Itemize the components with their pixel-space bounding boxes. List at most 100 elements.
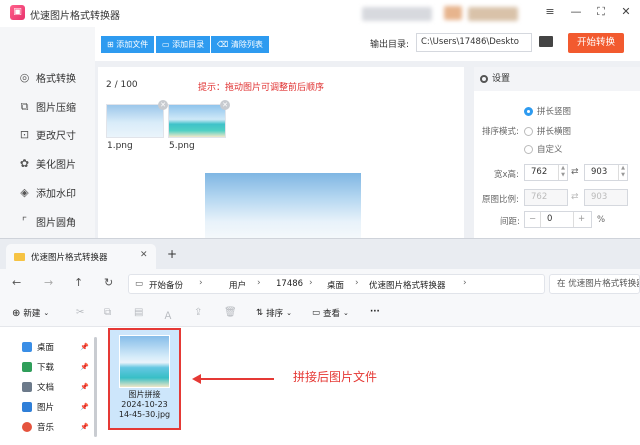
folder-icon[interactable] bbox=[539, 36, 553, 47]
nav-item-pictures[interactable]: 图片 bbox=[22, 399, 54, 415]
radio-vertical[interactable]: 拼长竖图 bbox=[524, 105, 571, 117]
sidebar-item-image-compress[interactable]: ⧉ 图片压缩 bbox=[18, 95, 76, 117]
menu-icon[interactable]: ≡ bbox=[543, 5, 557, 19]
up-icon[interactable]: ↑ bbox=[74, 276, 83, 289]
add-folder-button[interactable]: ▭ 添加目录 bbox=[156, 36, 211, 53]
ratio-width-input: 762 bbox=[524, 189, 568, 206]
ratio-height-value: 903 bbox=[591, 192, 608, 202]
explorer-navbar: ← → ↑ ↻ ▭ 开始备份 › 用户 › 17486 › 桌面 › 优速图片格… bbox=[0, 269, 640, 299]
order-mode-label: 排序模式: bbox=[482, 127, 519, 137]
output-path-field[interactable]: C:\Users\17486\Deskto bbox=[416, 33, 532, 52]
explorer-tab[interactable]: 优速图片格式转换器 ✕ bbox=[6, 244, 156, 269]
size-label: 宽x高: bbox=[494, 170, 519, 180]
remove-icon[interactable]: ✕ bbox=[158, 100, 168, 110]
explorer-command-bar: ⊕ 新建 ⌄ ✂ ⧉ ▤ Ａ ⇪ 🗑 ⇅ 排序 ⌄ ▭ 查看 ⌄ ··· bbox=[0, 299, 640, 327]
ratio-label: 原图比例: bbox=[482, 195, 519, 205]
search-input[interactable]: 在 优速图片格式转换器 中搜索 bbox=[549, 274, 640, 294]
nav-item-desktop[interactable]: 桌面 bbox=[22, 339, 54, 355]
nav-scrollbar[interactable] bbox=[94, 337, 97, 437]
copy-icon[interactable]: ⧉ bbox=[104, 307, 111, 318]
image-thumbnail[interactable]: ✕ bbox=[168, 100, 230, 138]
gap-input[interactable]: −0 + bbox=[524, 211, 592, 228]
minimize-icon[interactable]: — bbox=[569, 5, 583, 19]
decrease-icon[interactable]: − bbox=[525, 212, 541, 227]
height-stepper[interactable]: ▲ ▼ bbox=[618, 165, 627, 180]
image-compress-icon: ⧉ bbox=[20, 99, 29, 113]
drag-tip: 提示：拖动图片可调整前后顺序 bbox=[198, 83, 325, 93]
sidebar-item-beautify[interactable]: ✿ 美化图片 bbox=[18, 152, 76, 174]
breadcrumb[interactable]: 桌面 bbox=[327, 279, 344, 291]
tab-title: 优速图片格式转换器 bbox=[31, 253, 108, 263]
width-stepper[interactable]: ▲ ▼ bbox=[558, 165, 567, 180]
radio-horizontal[interactable]: 拼长横图 bbox=[524, 125, 571, 137]
app-toolbar: ⊞ 添加文件 ▭ 添加目录 ⌫ 清除列表 bbox=[95, 27, 640, 61]
nav-item-downloads[interactable]: 下载 bbox=[22, 359, 54, 375]
close-icon[interactable]: ✕ bbox=[140, 250, 148, 260]
annotation-text: 拼接后图片文件 bbox=[293, 370, 378, 384]
explorer-tabbar: 优速图片格式转换器 ✕ + bbox=[0, 239, 640, 269]
sidebar-item-label: 添加水印 bbox=[36, 188, 76, 200]
sort-button[interactable]: ⇅ 排序 ⌄ bbox=[256, 307, 292, 319]
back-icon[interactable]: ← bbox=[12, 276, 21, 289]
height-input[interactable]: 903 ▲ ▼ bbox=[584, 164, 628, 181]
pictures-icon bbox=[22, 402, 32, 412]
beautify-icon: ✿ bbox=[19, 156, 30, 170]
breadcrumb[interactable]: 17486 bbox=[276, 279, 303, 289]
new-button[interactable]: ⊕ 新建 ⌄ bbox=[12, 307, 49, 320]
app-sidebar: ◎ 格式转换 ⧉ 图片压缩 ⊡ 更改尺寸 ✿ 美化图片 ◈ 添加水印 ⌜ 图片圆角 bbox=[0, 27, 95, 238]
file-name: 图片拼接 2024-10-23 14-45-30.jpg bbox=[118, 390, 171, 419]
address-bar[interactable]: ▭ 开始备份 › 用户 › 17486 › 桌面 › 优速图片格式转换器 › bbox=[128, 274, 545, 294]
swap-icon[interactable]: ⇄ bbox=[571, 167, 579, 177]
nav-item-documents[interactable]: 文档 bbox=[22, 379, 54, 395]
nav-item-label: 图片 bbox=[37, 403, 55, 413]
view-button[interactable]: ▭ 查看 ⌄ bbox=[312, 307, 349, 319]
document-icon bbox=[22, 382, 32, 392]
gap-unit: % bbox=[597, 215, 606, 225]
radio-dot bbox=[524, 126, 533, 136]
clear-list-button[interactable]: ⌫ 清除列表 bbox=[211, 36, 269, 53]
image-thumbnail[interactable]: ✕ bbox=[106, 100, 168, 138]
stitched-image-file[interactable]: 图片拼接 2024-10-23 14-45-30.jpg bbox=[108, 328, 181, 430]
chevron-down-icon: ⌄ bbox=[286, 309, 293, 317]
share-icon[interactable]: ⇪ bbox=[194, 307, 202, 318]
sidebar-item-format-convert[interactable]: ◎ 格式转换 bbox=[18, 66, 76, 88]
sidebar-item-round-corner[interactable]: ⌜ 图片圆角 bbox=[18, 210, 76, 232]
add-file-button[interactable]: ⊞ 添加文件 bbox=[101, 36, 155, 53]
close-icon[interactable]: ✕ bbox=[619, 5, 633, 19]
chevron-down-icon: ⌄ bbox=[343, 309, 349, 317]
start-convert-button[interactable]: 开始转换 bbox=[568, 33, 624, 53]
folder-icon bbox=[14, 253, 25, 261]
maximize-icon[interactable]: ⛶ bbox=[594, 5, 608, 19]
app-title: 优速图片格式转换器 bbox=[30, 11, 120, 22]
paste-icon[interactable]: ▤ bbox=[134, 307, 143, 318]
ratio-width-value: 762 bbox=[531, 192, 548, 202]
settings-panel: 设置 拼长竖图 排序模式: 拼长横图 自定义 宽x高: 762 ▲ ▼ ⇄ 903 ▲… bbox=[474, 67, 640, 238]
sidebar-item-watermark[interactable]: ◈ 添加水印 bbox=[18, 181, 76, 203]
breadcrumb[interactable]: 优速图片格式转换器 bbox=[369, 279, 446, 291]
nav-item-label: 桌面 bbox=[37, 343, 55, 353]
breadcrumb[interactable]: 用户 bbox=[229, 279, 246, 291]
radio-dot bbox=[524, 106, 533, 116]
remove-icon[interactable]: ✕ bbox=[220, 100, 230, 110]
pin-icon: 📌 bbox=[80, 383, 89, 391]
rename-icon[interactable]: Ａ bbox=[163, 307, 173, 322]
desktop-icon bbox=[22, 342, 32, 352]
chevron-right-icon: › bbox=[199, 278, 203, 288]
cut-icon[interactable]: ✂ bbox=[76, 307, 84, 318]
new-tab-icon[interactable]: + bbox=[167, 247, 177, 261]
radio-custom[interactable]: 自定义 bbox=[524, 143, 563, 155]
nav-item-music[interactable]: 音乐 bbox=[22, 419, 54, 435]
sort-label: 排序 bbox=[266, 309, 284, 319]
refresh-icon[interactable]: ↻ bbox=[104, 276, 113, 289]
increase-icon[interactable]: + bbox=[573, 212, 589, 227]
pin-icon: 📌 bbox=[80, 363, 89, 371]
chevron-right-icon: › bbox=[257, 278, 261, 288]
sidebar-item-resize[interactable]: ⊡ 更改尺寸 bbox=[18, 123, 76, 145]
new-label: 新建 bbox=[23, 309, 41, 319]
width-input[interactable]: 762 ▲ ▼ bbox=[524, 164, 568, 181]
delete-icon[interactable]: 🗑 bbox=[224, 307, 237, 318]
breadcrumb[interactable]: 开始备份 bbox=[149, 279, 183, 291]
forward-icon[interactable]: → bbox=[44, 276, 53, 289]
gear-icon bbox=[480, 75, 488, 83]
more-options-button[interactable]: ··· bbox=[370, 307, 380, 317]
